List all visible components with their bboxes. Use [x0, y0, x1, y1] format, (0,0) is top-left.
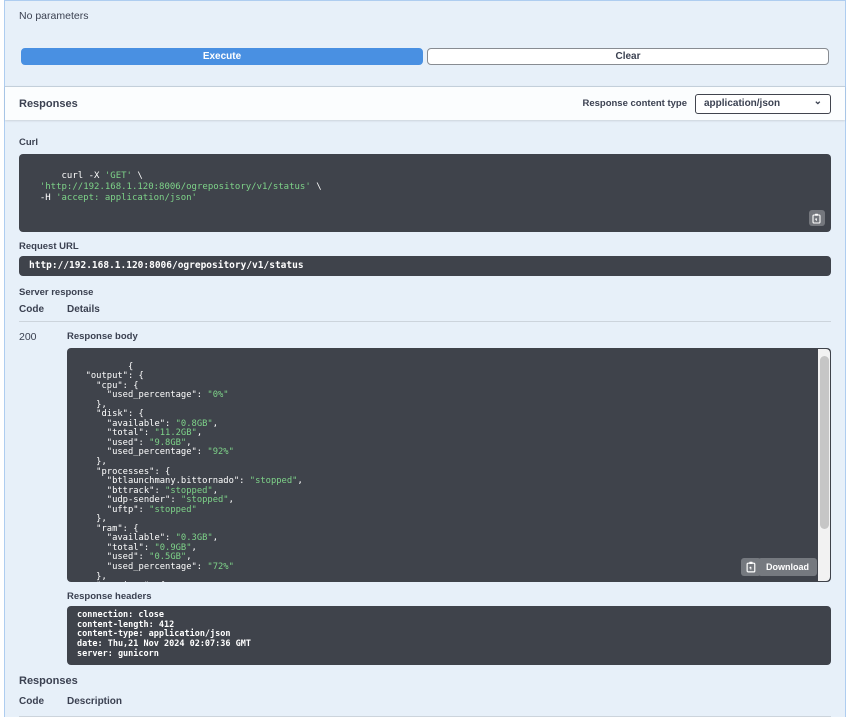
- server-response-title: Server response: [19, 287, 94, 298]
- no-parameters-label: No parameters: [19, 10, 89, 22]
- clipboard-icon: [812, 213, 821, 224]
- responses-doc-title: Responses: [19, 674, 78, 687]
- responses-title: Responses: [19, 97, 78, 110]
- request-url-value: http://192.168.1.120:8006/ogrepository/v…: [19, 256, 831, 276]
- responses-body: Curl curl -X 'GET' \ 'http://192.168.1.1…: [5, 120, 845, 717]
- response-headers-label: Response headers: [67, 591, 152, 602]
- details-column-header: Details: [67, 304, 100, 315]
- doc-code-column-header: Code: [19, 695, 44, 707]
- curl-command-text: curl -X 'GET' \ 'http://192.168.1.120:80…: [29, 171, 322, 203]
- response-details-cell: Response body { "output": { "cpu": { "us…: [67, 331, 831, 665]
- clipboard-icon: [746, 561, 755, 573]
- code-column-header: Code: [19, 304, 44, 315]
- curl-label: Curl: [19, 137, 38, 148]
- server-response-table-header: Code Details: [19, 304, 831, 322]
- execute-button[interactable]: Execute: [21, 48, 423, 65]
- response-body-label: Response body: [67, 331, 138, 342]
- chevron-down-icon: ⌄: [813, 95, 822, 107]
- curl-command-block: curl -X 'GET' \ 'http://192.168.1.120:80…: [19, 154, 831, 232]
- responses-section-header: Responses Response content type applicat…: [5, 86, 845, 120]
- response-headers-block: connection: close content-length: 412 co…: [67, 606, 831, 665]
- doc-description-column-header: Description: [67, 695, 123, 707]
- response-body-json: { "output": { "cpu": { "used_percentage"…: [75, 361, 303, 582]
- clear-button[interactable]: Clear: [427, 48, 829, 65]
- response-content-type-label: Response content type: [582, 98, 687, 109]
- response-body-block: { "output": { "cpu": { "used_percentage"…: [67, 348, 831, 582]
- response-content-type-value: application/json: [704, 98, 781, 109]
- response-content-type-select[interactable]: application/json ⌄: [695, 93, 831, 114]
- scrollbar-thumb[interactable]: [819, 356, 829, 529]
- response-body-scrollbar[interactable]: [818, 349, 830, 581]
- operation-block: No parameters Execute Clear Responses Re…: [4, 0, 846, 717]
- request-url-label: Request URL: [19, 241, 79, 252]
- server-response-row: 200 Response body { "output": { "cpu": {…: [19, 322, 831, 665]
- download-button[interactable]: Download: [758, 558, 817, 576]
- response-content-type-control: Response content type application/json ⌄: [582, 93, 831, 114]
- responses-doc-table-header: Code Description: [19, 696, 831, 717]
- execute-row: Execute Clear: [21, 48, 829, 65]
- status-code: 200: [19, 331, 37, 343]
- copy-curl-button[interactable]: [809, 210, 825, 226]
